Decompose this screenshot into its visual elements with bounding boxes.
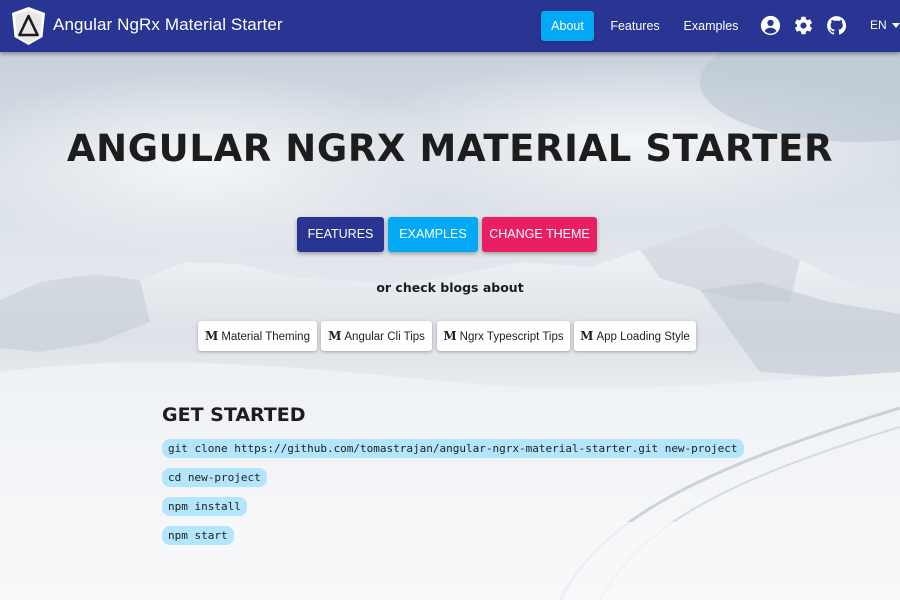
command-cd: cd new-project (162, 468, 267, 487)
command-npm-start: npm start (162, 526, 234, 545)
settings-icon[interactable] (793, 15, 814, 36)
language-select[interactable]: EN (870, 18, 900, 32)
blog-label: Material Theming (221, 331, 310, 343)
command-git-clone: git clone https://github.com/tomastrajan… (162, 439, 744, 458)
features-button[interactable]: FEATURES (297, 217, 384, 252)
medium-icon: M (205, 329, 219, 343)
blog-material-theming-button[interactable]: M Material Theming (198, 321, 317, 351)
blog-app-loading-style-button[interactable]: M App Loading Style (574, 321, 696, 351)
blog-ngrx-typescript-tips-button[interactable]: M Ngrx Typescript Tips (437, 321, 570, 351)
medium-icon: M (580, 329, 594, 343)
examples-button[interactable]: EXAMPLES (388, 217, 478, 252)
medium-icon: M (443, 329, 457, 343)
app-logo-icon[interactable] (10, 6, 47, 46)
nav-examples-button[interactable]: Examples (680, 11, 742, 41)
app-title[interactable]: Angular NgRx Material Starter (53, 15, 283, 35)
top-toolbar: Angular NgRx Material Starter About Feat… (0, 0, 900, 52)
blogs-intro-text: or check blogs about (376, 280, 524, 295)
hero-section: ANGULAR NGRX MATERIAL STARTER FEATURES E… (0, 52, 900, 600)
chevron-down-icon (891, 23, 900, 28)
blog-label: App Loading Style (596, 331, 690, 343)
nav-about-button[interactable]: About (541, 11, 594, 41)
get-started-heading: GET STARTED (162, 404, 306, 426)
github-icon[interactable] (826, 15, 847, 36)
account-icon[interactable] (760, 15, 781, 36)
change-theme-button[interactable]: CHANGE THEME (482, 217, 597, 252)
command-npm-install: npm install (162, 497, 247, 516)
blog-label: Ngrx Typescript Tips (459, 331, 564, 343)
blog-label: Angular Cli Tips (344, 331, 425, 343)
medium-icon: M (328, 329, 342, 343)
language-value: EN (870, 18, 887, 32)
nav-features-button[interactable]: Features (606, 11, 664, 41)
hero-title: ANGULAR NGRX MATERIAL STARTER (66, 127, 834, 170)
blog-angular-cli-tips-button[interactable]: M Angular Cli Tips (321, 321, 432, 351)
